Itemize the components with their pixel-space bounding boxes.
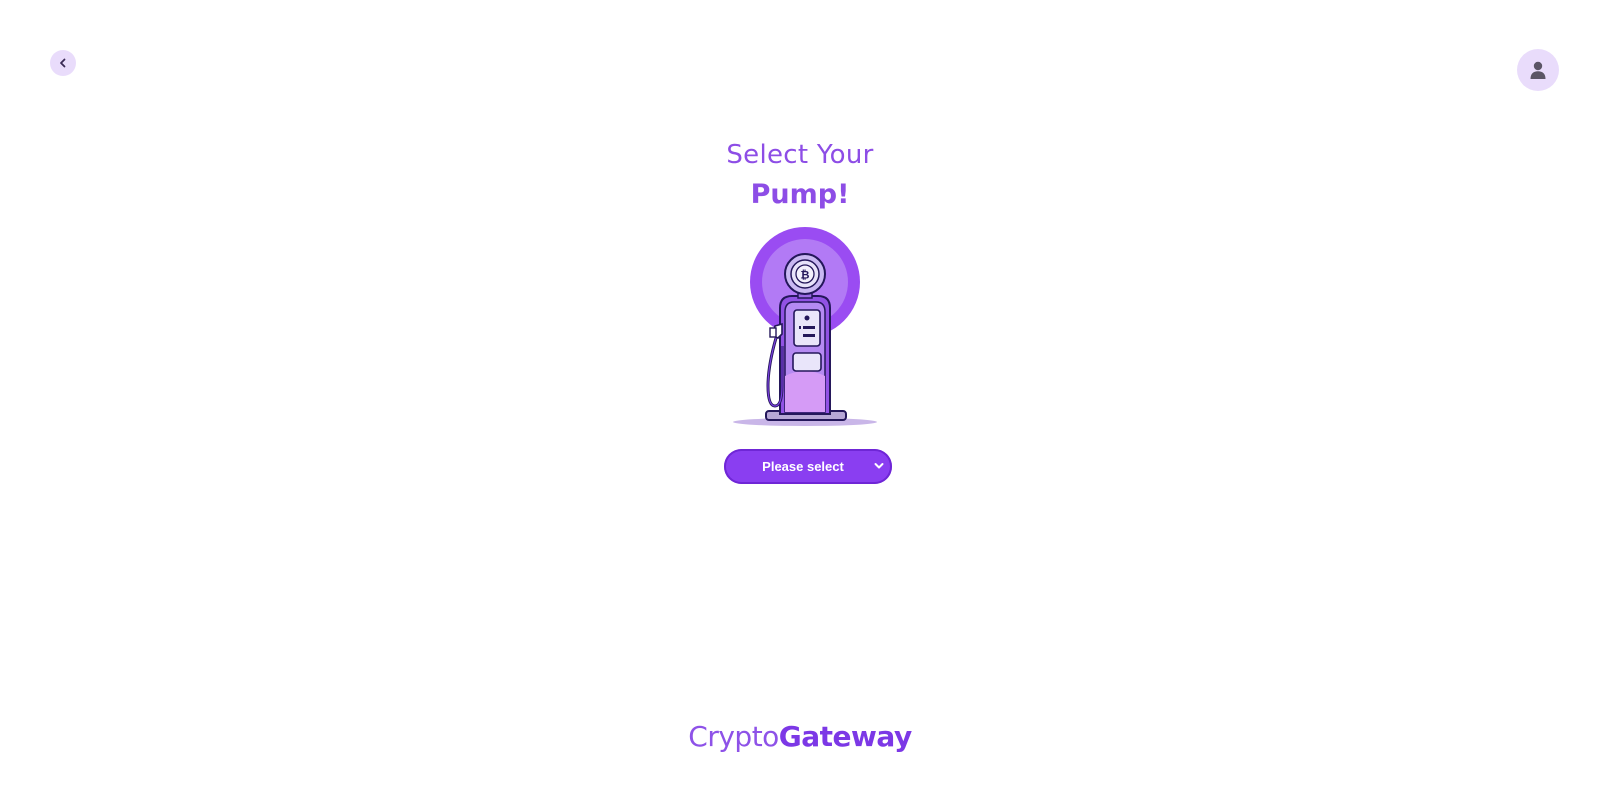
bitcoin-fuel-pump-illustration: ₿	[733, 227, 877, 426]
profile-button[interactable]	[1517, 49, 1559, 91]
pump-select[interactable]: Please select	[724, 449, 892, 484]
brand-logo-crypto: Crypto	[688, 720, 779, 753]
svg-text:₿: ₿	[801, 269, 810, 282]
brand-logo: CryptoGateway	[0, 720, 1600, 753]
page: Select Your Pump! ₿ Please select Crypto…	[0, 0, 1600, 806]
back-button[interactable]	[50, 50, 76, 76]
chevron-down-icon	[874, 463, 884, 469]
page-title-line2: Pump!	[750, 179, 850, 210]
user-icon	[1530, 61, 1546, 79]
page-title-line1: Select Your	[726, 140, 874, 170]
chevron-left-icon	[60, 58, 66, 68]
pump-select-value: Please select	[762, 459, 844, 474]
brand-logo-gateway: Gateway	[778, 720, 912, 753]
